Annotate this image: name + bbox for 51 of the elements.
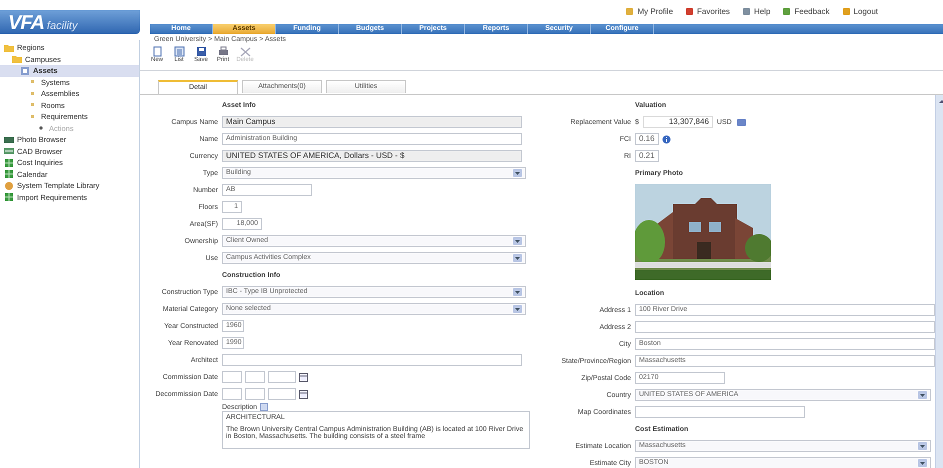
item-icon [4, 169, 14, 180]
link-icon [685, 6, 694, 16]
dropdown-arrow-icon [919, 392, 926, 398]
page-icon [150, 46, 164, 57]
link-icon [782, 6, 792, 16]
input-field[interactable] [635, 321, 935, 333]
list-icon [172, 46, 186, 57]
item-icon [4, 158, 14, 168]
link-icon [842, 6, 851, 16]
date-part-field[interactable] [268, 371, 296, 383]
date-part-field[interactable] [245, 388, 265, 400]
dropdown-arrow-icon [514, 306, 521, 312]
close-icon [238, 46, 252, 57]
calendar-icon[interactable] [299, 389, 308, 399]
date-part-field[interactable] [268, 388, 296, 400]
dropdown-arrow-icon [919, 460, 926, 466]
input-field[interactable]: 13,307,846 [642, 116, 713, 128]
readonly-field[interactable]: 0.21 [635, 150, 659, 162]
readonly-field[interactable]: UNITED STATES OF AMERICA, Dollars - USD - $ [222, 150, 522, 162]
date-part-field[interactable] [222, 388, 242, 400]
calculator-icon[interactable] [736, 118, 747, 126]
link-icon [742, 6, 751, 16]
dropdown-arrow-icon [514, 170, 521, 176]
item-icon [4, 180, 14, 191]
header-link[interactable]: Help [742, 6, 770, 16]
item-icon [4, 192, 14, 202]
dropdown-arrow-icon [919, 443, 926, 449]
header-link[interactable]: Favorites [685, 6, 730, 16]
input-field[interactable] [222, 354, 522, 366]
folder-icon [12, 54, 22, 64]
folder-icon [4, 42, 14, 53]
item-icon [4, 134, 14, 145]
dropdown-arrow-icon [514, 255, 521, 261]
printer-icon [216, 46, 230, 57]
header-link[interactable]: My Profile [625, 6, 674, 16]
date-part-field[interactable] [222, 371, 242, 383]
product-logo: VFA facility [0, 10, 140, 34]
input-field[interactable] [635, 406, 805, 418]
date-part-field[interactable] [245, 371, 265, 383]
dropdown-arrow-icon [514, 238, 521, 244]
readonly-field[interactable]: 0.16 [635, 133, 659, 145]
readonly-field[interactable]: Main Campus [222, 116, 522, 128]
link-icon [625, 6, 634, 16]
info-icon[interactable] [662, 134, 671, 144]
header-link[interactable]: Feedback [782, 6, 830, 16]
edit-icon[interactable] [260, 403, 268, 411]
header-link[interactable]: Logout [842, 6, 878, 16]
calendar-icon[interactable] [299, 372, 308, 382]
item-icon [4, 146, 14, 156]
item-icon [20, 66, 30, 76]
dropdown-arrow-icon [514, 289, 521, 295]
